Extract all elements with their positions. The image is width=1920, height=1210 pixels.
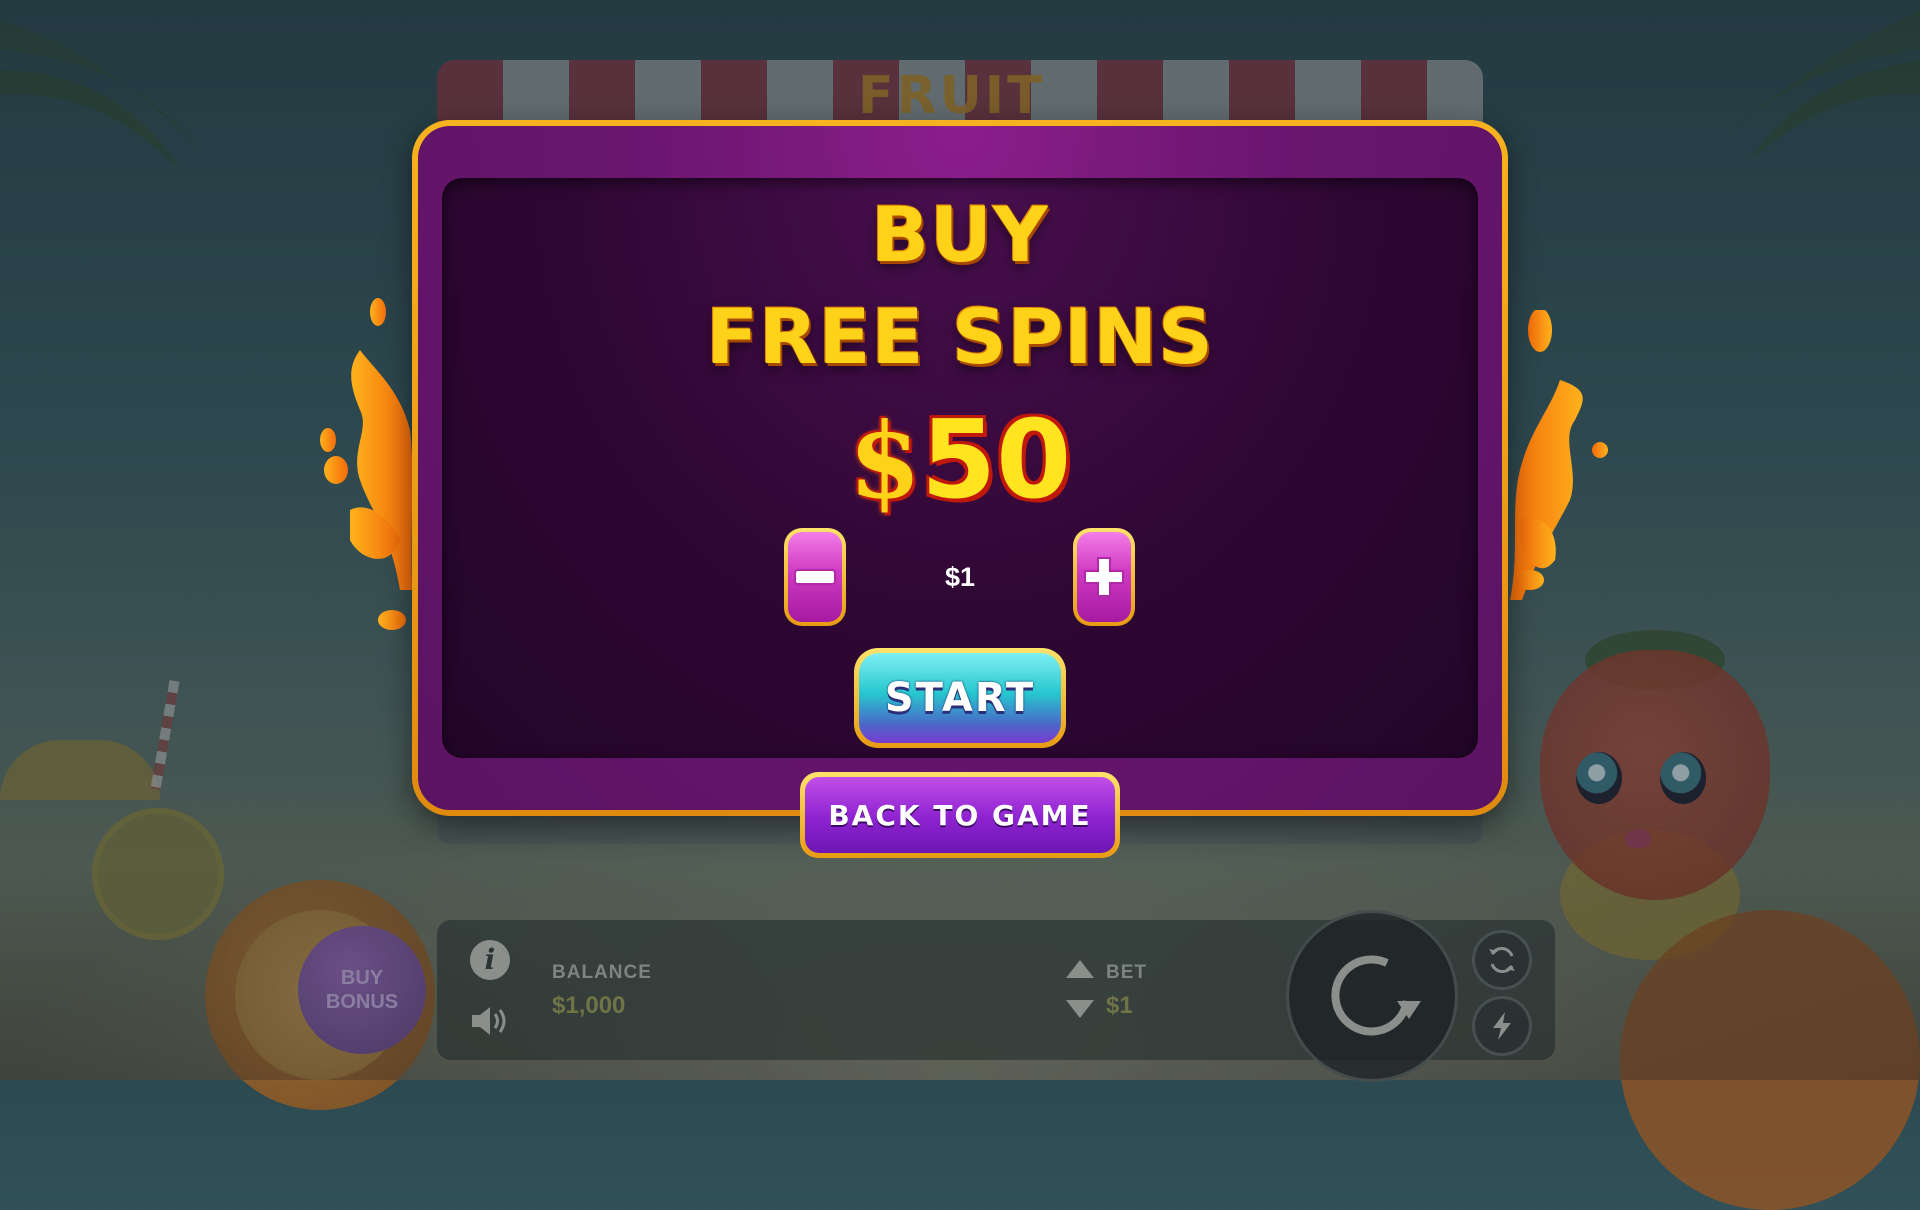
bet-amount-value: $1 [944,562,976,592]
bet-value: $1 [1106,992,1133,1019]
bet-arrows[interactable] [1064,958,1096,1022]
bet-down-icon [1066,1000,1094,1018]
decrease-bet-button[interactable] [784,528,846,626]
balance-value: $1,000 [552,992,626,1019]
balance-label: BALANCE [552,962,652,983]
sound-icon[interactable] [470,1004,510,1038]
spin-button[interactable] [1286,910,1458,1082]
buy-bonus-button[interactable]: BUY BONUS [298,926,426,1054]
autoplay-icon [1489,947,1515,973]
price-amount: 50 [921,398,1072,523]
back-to-game-button[interactable]: BACK TO GAME [800,772,1120,858]
increase-bet-button[interactable] [1073,528,1135,626]
buy-bonus-line2: BONUS [325,991,399,1013]
buy-bonus-line1: BUY [340,967,384,989]
info-icon[interactable]: i [470,940,510,980]
turbo-button[interactable] [1472,996,1532,1056]
plus-icon [1084,557,1124,597]
turbo-icon [1493,1012,1511,1040]
back-to-game-label: BACK TO GAME [828,798,1092,832]
price-currency: $ [848,399,922,522]
spin-icon [1331,955,1421,1036]
bet-up-icon [1066,960,1094,978]
bet-label: BET [1106,962,1147,983]
start-button-label: START [884,675,1036,721]
dialog-title-line1: BUY [871,190,1049,279]
dialog-title-line2: FREE SPINS [706,292,1214,381]
minus-icon [794,569,836,585]
bonus-price: $50 [0,398,1920,523]
start-button[interactable]: START [854,648,1066,748]
autoplay-button[interactable] [1472,930,1532,990]
